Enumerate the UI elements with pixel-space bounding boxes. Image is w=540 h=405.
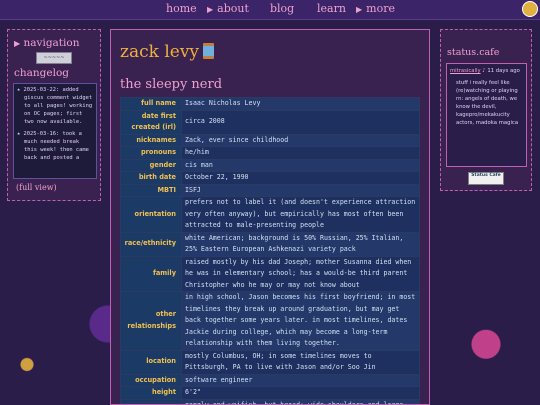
field-label: build <box>120 398 182 404</box>
field-label: other relationships <box>120 291 182 351</box>
status-heading: status.cafe <box>447 47 500 58</box>
field-value: gangly and waifish, but broad; wide shou… <box>181 398 420 404</box>
thread-spool-icon <box>203 43 215 59</box>
table-row: occupation software engineer <box>120 373 420 387</box>
field-value: Isaac Nicholas Levy <box>181 97 420 111</box>
table-row: pronouns he/him <box>120 146 420 160</box>
triangle-right-icon: ▶ <box>207 5 214 14</box>
field-label: gender <box>120 158 182 172</box>
field-label: nicknames <box>120 133 182 147</box>
main-content: zack levy the sleepy nerd full name Isaac… <box>110 29 430 405</box>
field-label: occupation <box>120 373 182 387</box>
nav-about-link[interactable]: ▶ about <box>207 2 249 15</box>
table-row: gender cis man <box>120 158 420 172</box>
table-row: race/ethnicity white American; background… <box>120 231 420 257</box>
field-label: height <box>120 386 182 400</box>
left-sidebar: ▶ navigation ~~~~~ changelog ★ 2025-03-2… <box>7 29 101 201</box>
accessibility-logo-icon[interactable] <box>522 1 538 17</box>
field-value: October 22, 1990 <box>181 171 420 185</box>
field-label: date first created (irl) <box>120 109 182 135</box>
table-row: MBTI ISFJ <box>120 183 420 197</box>
field-value: software engineer <box>181 373 420 387</box>
field-value: Zack, ever since childhood <box>181 133 420 147</box>
page-subtitle: the sleepy nerd <box>120 77 223 92</box>
field-value: ISFJ <box>181 183 420 197</box>
page-title: zack levy <box>120 42 215 62</box>
top-nav: home ▶ about blog learn ▶ more <box>0 0 540 20</box>
triangle-right-icon: ▶ <box>14 39 21 48</box>
changelog-list[interactable]: ★ 2025-03-22: added giscus comment widge… <box>13 83 97 179</box>
field-label: family <box>120 255 182 292</box>
changelog-entry: ★ 2025-03-22: added giscus comment widge… <box>17 87 93 125</box>
field-value: he/him <box>181 146 420 160</box>
profile-table: full name Isaac Nicholas Levy date first c… <box>120 97 420 404</box>
field-value: cis man <box>181 158 420 172</box>
table-row: orientation prefers not to label it (and … <box>120 196 420 233</box>
right-sidebar: status.cafe mitrasically ♪ 11 days ago s… <box>440 29 532 191</box>
field-label: orientation <box>120 196 182 233</box>
status-time: 11 days ago <box>487 68 520 74</box>
triangle-right-icon: ▶ <box>356 5 363 14</box>
status-user-link[interactable]: mitrasically <box>450 68 481 74</box>
field-value: prefers not to label it (and doesn't exp… <box>181 196 420 233</box>
status-text: stuff i really feel like (re)watching or… <box>456 80 519 126</box>
table-row: other relationships in high school, Jason… <box>120 291 420 351</box>
heart-icon: ♪ <box>482 68 486 74</box>
field-value: 6'2" <box>181 386 420 400</box>
field-label: location <box>120 349 182 375</box>
field-value: white American; background is 50% Russia… <box>181 231 420 257</box>
table-row: full name Isaac Nicholas Levy <box>120 97 420 111</box>
field-label: full name <box>120 97 182 111</box>
navigation-heading[interactable]: ▶ navigation <box>14 37 79 49</box>
status-meta: mitrasically ♪ 11 days ago <box>450 67 523 75</box>
field-label: race/ethnicity <box>120 231 182 257</box>
table-row: height 6'2" <box>120 386 420 400</box>
table-row: family raised mostly by his dad Joseph; m… <box>120 255 420 292</box>
nav-learn-link[interactable]: learn <box>317 2 346 15</box>
field-value: circa 2008 <box>181 109 420 135</box>
field-label: birth date <box>120 171 182 185</box>
field-label: pronouns <box>120 146 182 160</box>
table-row: nicknames Zack, ever since childhood <box>120 133 420 147</box>
field-value: in high school, Jason becomes his first … <box>181 291 420 351</box>
nav-more-link[interactable]: ▶ more <box>356 2 395 15</box>
table-row: buildgangly and waifish, but broad; wide… <box>120 398 420 404</box>
nav-blog-link[interactable]: blog <box>270 2 294 15</box>
nav-home-link[interactable]: home <box>166 2 197 15</box>
changelog-heading: changelog <box>14 67 70 79</box>
table-row: birth date October 22, 1990 <box>120 171 420 185</box>
changelog-entry: ★ 2025-03-16: took a much needed break t… <box>17 131 89 161</box>
field-value: mostly Columbus, OH; in some timelines m… <box>181 349 420 375</box>
table-row: date first created (irl) circa 2008 <box>120 109 420 135</box>
status-cafe-badge[interactable]: Status Cafe <box>468 172 504 185</box>
status-box: mitrasically ♪ 11 days ago stuff i reall… <box>446 63 527 167</box>
field-value: raised mostly by his dad Joseph; mother … <box>181 255 420 292</box>
table-row: location mostly Columbus, OH; in some tim… <box>120 349 420 375</box>
full-view-link[interactable]: (full view) <box>16 183 57 192</box>
field-label: MBTI <box>120 183 182 197</box>
site-button[interactable]: ~~~~~ <box>36 52 72 64</box>
